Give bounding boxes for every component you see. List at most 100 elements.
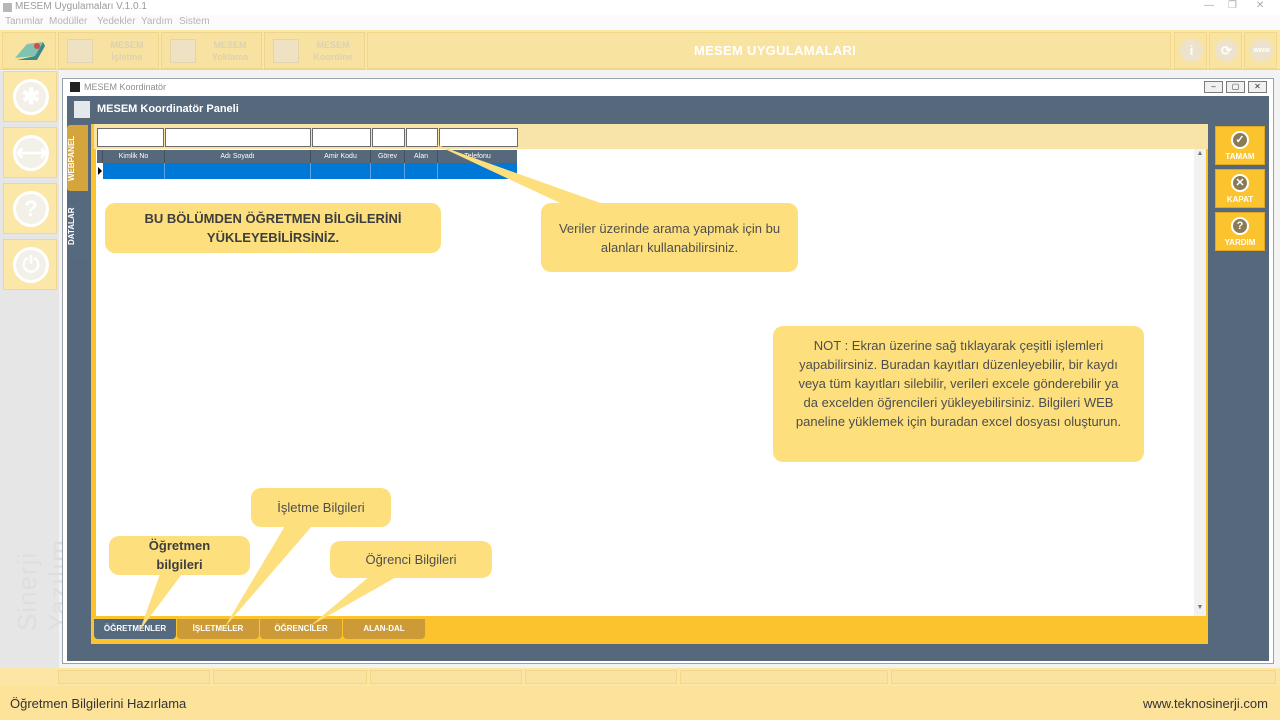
upload-callout: BU BÖLÜMDEN ÖĞRETMEN BİLGİLERİNİ YÜKLEYE… xyxy=(105,203,441,253)
refresh-icon: ⟳ xyxy=(1215,39,1238,62)
table-cell[interactable] xyxy=(405,163,438,179)
filter-alan[interactable] xyxy=(406,128,438,147)
tab-alan-dal[interactable]: ALAN-DAL xyxy=(343,619,425,639)
tab-ogrenciler[interactable]: ÖĞRENCİLER xyxy=(260,619,342,639)
footer-caption: Öğretmen Bilgilerini Hazırlama xyxy=(10,696,187,711)
home-tile[interactable] xyxy=(2,32,56,69)
button-label: TAMAM xyxy=(1225,152,1255,161)
menubar: Tanımlar Modüller Yedekler Yardım Sistem xyxy=(0,15,1280,30)
status-cell xyxy=(525,670,677,684)
table-cell[interactable] xyxy=(103,163,165,179)
status-cell xyxy=(680,670,888,684)
menu-moduller[interactable]: Modüller xyxy=(49,16,87,27)
web-icon: www xyxy=(1250,39,1273,62)
module-label: Yoklama xyxy=(211,52,249,62)
refresh-button[interactable]: ⟳ xyxy=(1209,32,1242,69)
module-label: Koordine xyxy=(313,52,353,62)
column-header[interactable]: Amir Kodu xyxy=(311,150,371,163)
toolbar-app-title: MESEM UYGULAMALARI xyxy=(693,43,857,58)
filter-adi-soyadi[interactable] xyxy=(165,128,311,147)
status-cell xyxy=(370,670,522,684)
left-sidebar: ✱ ⟷ ? ⏻ Sinerji Yazılım xyxy=(0,71,73,668)
switch-button[interactable]: ⟷ xyxy=(3,127,57,178)
maximize-button[interactable]: ❐ xyxy=(1228,0,1237,11)
map-icon xyxy=(15,42,45,60)
table-row[interactable] xyxy=(97,163,517,179)
help-icon: ? xyxy=(1231,217,1249,235)
ogretmen-callout: Öğretmen bilgileri xyxy=(109,536,250,575)
window-minimize-button[interactable]: – xyxy=(1204,81,1223,93)
settings-icon: ✱ xyxy=(13,79,49,115)
close-icon: ✕ xyxy=(1231,174,1249,192)
panel-header: MESEM Koordinatör Paneli xyxy=(67,96,1269,123)
tab-webpanel[interactable]: WEBPANEL xyxy=(67,125,88,191)
info-button[interactable]: i xyxy=(1174,32,1207,69)
status-cell xyxy=(891,670,1276,684)
table-cell[interactable] xyxy=(165,163,311,179)
menu-sistem[interactable]: Sistem xyxy=(179,16,210,27)
tab-datalar[interactable]: DATALAR xyxy=(67,193,88,259)
note-callout: NOT : Ekran üzerine sağ tıklayarak çeşit… xyxy=(773,326,1144,462)
module-koordine-button[interactable]: MESEM Koordine xyxy=(264,32,365,69)
grid-header: Kimlik No Adı Soyadı Amir Kodu Görev Ala… xyxy=(97,150,517,163)
filter-telefonu[interactable] xyxy=(439,128,518,147)
tab-label: DATALAR xyxy=(67,207,76,245)
tab-isletmeler[interactable]: İŞLETMELER xyxy=(177,619,259,639)
window-titlebar: MESEM Koordinatör – ▢ ✕ xyxy=(63,79,1273,95)
column-header[interactable]: Alan xyxy=(405,150,438,163)
help-icon: ? xyxy=(13,191,49,227)
settings-button[interactable]: ✱ xyxy=(3,71,57,122)
power-button[interactable]: ⏻ xyxy=(3,239,57,290)
minimize-button[interactable]: — xyxy=(1204,0,1214,11)
menu-yedekler[interactable]: Yedekler xyxy=(97,16,136,27)
app-titlebar: MESEM Uygulamaları V.1.0.1 — ❐ ✕ xyxy=(0,0,1280,15)
module-isletme-button[interactable]: MESEM İşletme xyxy=(58,32,159,69)
module-label: MESEM xyxy=(110,40,144,50)
tab-label: WEBPANEL xyxy=(67,135,76,181)
column-header[interactable]: Telefonu xyxy=(438,150,517,163)
scroll-down-icon[interactable]: ▼ xyxy=(1195,604,1205,611)
window-icon xyxy=(70,82,80,92)
table-cell[interactable] xyxy=(371,163,405,179)
filter-kimlik-no[interactable] xyxy=(97,128,164,147)
column-header[interactable]: Adı Soyadı xyxy=(165,150,311,163)
vertical-scrollbar[interactable]: ▲ ▼ xyxy=(1194,149,1206,616)
kapat-button[interactable]: ✕ KAPAT xyxy=(1215,169,1265,208)
module-label: MESEM xyxy=(213,40,247,50)
menu-tanimlar[interactable]: Tanımlar xyxy=(5,16,43,27)
panel-title: MESEM Koordinatör Paneli xyxy=(97,103,239,115)
slide-footer: Öğretmen Bilgilerini Hazırlama www.tekno… xyxy=(0,686,1280,720)
filter-gorev[interactable] xyxy=(372,128,405,147)
status-cell xyxy=(213,670,367,684)
app-icon xyxy=(3,3,12,12)
person-board-icon xyxy=(273,39,299,63)
filter-amir-kodu[interactable] xyxy=(312,128,371,147)
window-close-button[interactable]: ✕ xyxy=(1248,81,1267,93)
window-maximize-button[interactable]: ▢ xyxy=(1226,81,1245,93)
table-cell[interactable] xyxy=(311,163,371,179)
tamam-button[interactable]: ✓ TAMAM xyxy=(1215,126,1265,165)
isletme-callout: İşletme Bilgileri xyxy=(251,488,391,527)
power-icon: ⏻ xyxy=(13,247,49,283)
footer-website: www.teknosinerji.com xyxy=(1143,696,1268,711)
watermark: Sinerji Yazılım xyxy=(12,539,73,631)
column-header[interactable]: Kimlik No xyxy=(103,150,165,163)
top-toolbar: MESEM İşletme MESEM Yoklama MESEM Koordi… xyxy=(0,30,1280,70)
web-button[interactable]: www xyxy=(1244,32,1277,69)
app-title: MESEM Uygulamaları V.1.0.1 xyxy=(15,1,147,12)
tab-ogretmenler[interactable]: ÖĞRETMENLER xyxy=(94,619,176,639)
help-button[interactable]: ? xyxy=(3,183,57,234)
button-label: KAPAT xyxy=(1226,195,1254,204)
search-callout: Veriler üzerinde arama yapmak için bu al… xyxy=(541,203,798,272)
module-yoklama-button[interactable]: MESEM Yoklama xyxy=(161,32,262,69)
yardim-button[interactable]: ? YARDIM xyxy=(1215,212,1265,251)
building-icon xyxy=(67,39,93,63)
module-label: MESEM xyxy=(316,40,350,50)
menu-yardim[interactable]: Yardım xyxy=(141,16,173,27)
row-indicator xyxy=(97,163,103,179)
column-header[interactable]: Görev xyxy=(371,150,405,163)
scroll-up-icon[interactable]: ▲ xyxy=(1195,150,1205,157)
status-cell xyxy=(58,670,210,684)
swap-arrows-icon: ⟷ xyxy=(13,135,49,171)
close-button[interactable]: ✕ xyxy=(1256,0,1264,11)
